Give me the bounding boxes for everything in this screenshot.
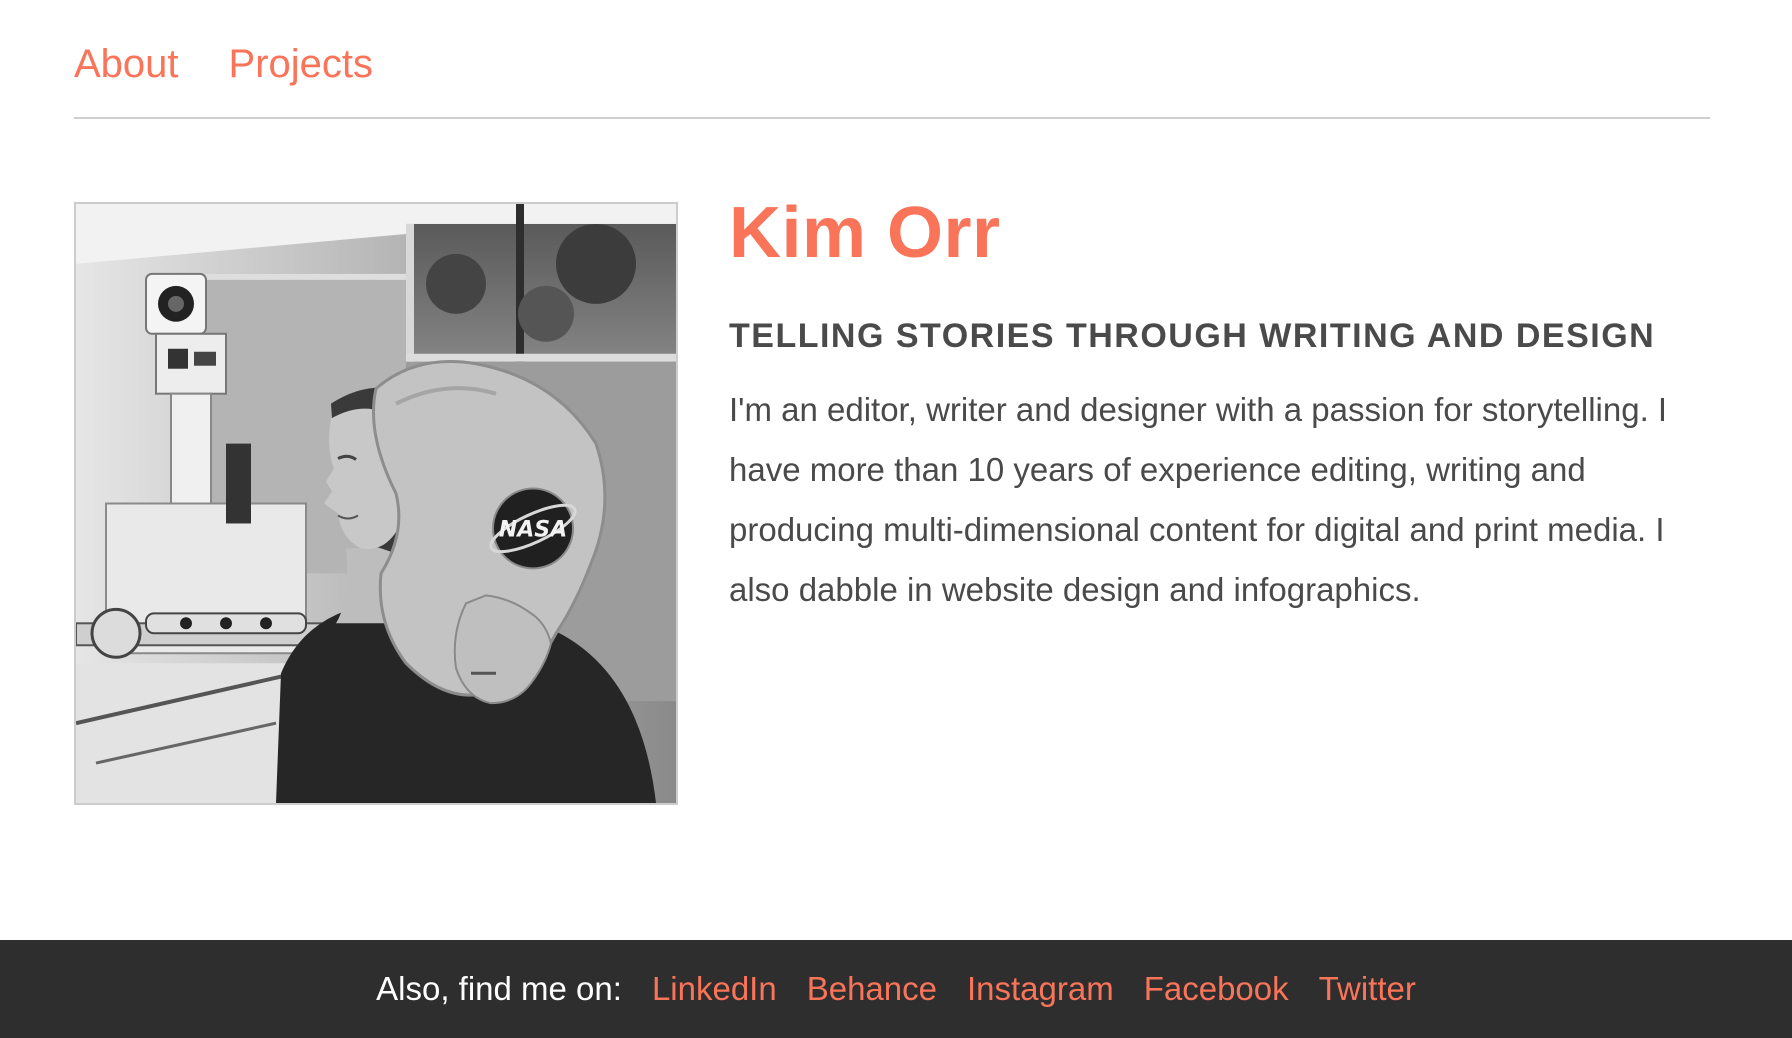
nasa-badge-text: NASA (499, 517, 567, 542)
nav-divider (74, 117, 1710, 119)
footer-label: Also, find me on: (376, 970, 622, 1007)
top-nav: About Projects (74, 36, 373, 92)
page-title: Kim Orr (729, 193, 1001, 273)
footer-link-facebook[interactable]: Facebook (1144, 970, 1289, 1008)
footer-link-behance[interactable]: Behance (807, 970, 937, 1008)
footer: Also, find me on: LinkedIn Behance Insta… (0, 940, 1792, 1038)
profile-photo-illustration: NASA (76, 204, 676, 803)
nav-link-projects[interactable]: Projects (229, 36, 374, 92)
page: About Projects NASA Kim Orr TELLING STOR… (0, 0, 1792, 1038)
footer-link-twitter[interactable]: Twitter (1319, 970, 1416, 1008)
footer-link-linkedin[interactable]: LinkedIn (652, 970, 777, 1008)
nav-link-about[interactable]: About (74, 36, 179, 92)
intro-section: Kim Orr TELLING STORIES THROUGH WRITING … (729, 190, 1719, 620)
tagline: TELLING STORIES THROUGH WRITING AND DESI… (729, 317, 1656, 355)
bio-paragraph: I'm an editor, writer and designer with … (729, 391, 1668, 608)
footer-link-instagram[interactable]: Instagram (967, 970, 1114, 1008)
profile-photo: NASA (74, 202, 678, 805)
